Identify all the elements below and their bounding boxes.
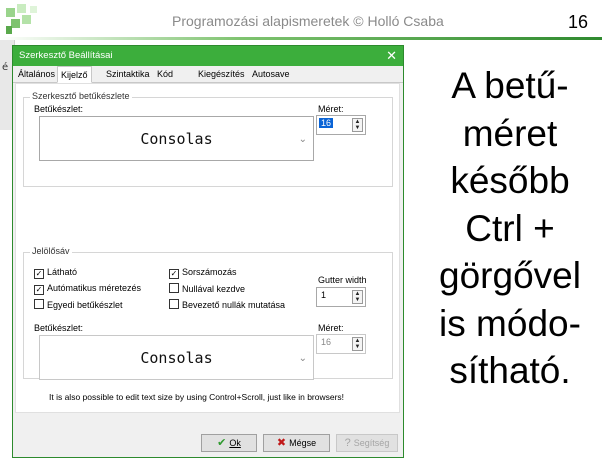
chevron-down-icon: ⌄ (298, 353, 307, 364)
checkbox-line-numbers-label: Sorszámozás (182, 267, 237, 277)
header-divider (0, 37, 602, 40)
checkbox-line-numbers[interactable]: ✓ Sorszámozás (169, 267, 237, 279)
cancel-button[interactable]: ✖ Mégse (263, 434, 330, 452)
checkbox-start-zero[interactable]: Nullával kezdve (169, 283, 245, 294)
slide-header-title: Programozási alapismeretek © Holló Csaba (172, 13, 444, 29)
slide-text-line: méret (462, 112, 558, 154)
slide-text-line: A betű- (451, 65, 569, 106)
checkbox-auto-size[interactable]: ✓ Autómatikus méretezés (34, 283, 141, 295)
editor-font-group-label: Szerkesztő betűkészlete (30, 91, 132, 101)
gutter-font-select[interactable]: Consolas ⌄ (39, 335, 314, 380)
slide-text-line: Ctrl + (465, 207, 555, 249)
gutter-size-stepper[interactable]: 16 ▲ ▼ (316, 334, 366, 354)
background-menu-fragment: é (2, 62, 9, 73)
checkbox-auto-size-label: Autómatikus méretezés (47, 283, 142, 293)
gutter-width-stepper[interactable]: 1 ▲ ▼ (316, 287, 366, 307)
cross-icon: ✖ (276, 437, 287, 449)
tab-autosave[interactable]: Autosave (249, 68, 293, 81)
gutter-width-value[interactable]: 1 (319, 290, 328, 300)
tab-completion[interactable]: Kiegészítés (195, 68, 248, 81)
settings-dialog: Szerkesztő Beállításai ✕ Általános Kijel… (12, 45, 404, 458)
slide-text-line: később (450, 160, 570, 201)
help-button[interactable]: ? Segítség (336, 434, 398, 452)
checkbox-checked-icon[interactable]: ✓ (34, 269, 44, 279)
gutter-size-value[interactable]: 16 (319, 337, 333, 347)
editor-size-stepper[interactable]: 16 ▲ ▼ (316, 115, 366, 135)
ok-button-label: Ok (229, 438, 241, 448)
spin-arrows-icon[interactable]: ▲ ▼ (352, 118, 363, 132)
checkbox-visible-label: Látható (47, 267, 78, 277)
gutter-size-label: Méret: (318, 323, 344, 333)
slide-text-line: is módo- (439, 302, 581, 344)
checkbox-custom-font-label: Egyedi betűkészlet (47, 300, 123, 310)
checkbox-unchecked-icon[interactable] (34, 299, 44, 309)
tab-panel-display: Szerkesztő betűkészlete Betűkészlet: Con… (15, 83, 400, 413)
gutter-font-value: Consolas (140, 349, 213, 367)
gutter-font-label: Betűkészlet: (34, 323, 84, 333)
tab-code[interactable]: Kód (154, 68, 176, 81)
checkbox-leading-zeros-label: Bevezető nullák mutatása (182, 300, 286, 310)
tab-display[interactable]: Kijelző (57, 66, 92, 83)
cancel-button-label: Mégse (289, 438, 317, 448)
dialog-titlebar[interactable]: Szerkesztő Beállításai ✕ (13, 46, 403, 66)
slide-logo-icon (6, 4, 37, 34)
info-text: It is also possible to edit text size by… (49, 392, 345, 402)
spin-arrows-icon[interactable]: ▲ ▼ (352, 337, 363, 351)
editor-font-value: Consolas (140, 130, 213, 148)
close-icon[interactable]: ✕ (386, 48, 397, 64)
checkbox-checked-icon[interactable]: ✓ (169, 269, 179, 279)
editor-size-label: Méret: (318, 104, 344, 114)
slide-body-text: A betű- méret később Ctrl + görgővel is … (418, 62, 602, 395)
checkbox-leading-zeros[interactable]: Bevezető nullák mutatása (169, 299, 285, 310)
spin-arrows-icon[interactable]: ▲ ▼ (352, 290, 363, 304)
checkbox-start-zero-label: Nullával kezdve (182, 284, 246, 294)
chevron-down-icon: ⌄ (298, 134, 307, 145)
slide-header: Programozási alapismeretek © Holló Csaba… (0, 0, 602, 40)
checkbox-unchecked-icon[interactable] (169, 299, 179, 309)
checkbox-checked-icon[interactable]: ✓ (34, 285, 44, 295)
checkbox-visible[interactable]: ✓ Látható (34, 267, 77, 279)
help-button-label: Segítség (353, 438, 390, 448)
editor-font-select[interactable]: Consolas ⌄ (39, 116, 314, 161)
editor-size-value[interactable]: 16 (319, 118, 334, 128)
dialog-title: Szerkesztő Beállításai (19, 50, 113, 61)
help-icon: ? (344, 437, 351, 449)
slide-text-line: görgővel (439, 255, 581, 296)
ok-button[interactable]: ✔ Ok (201, 434, 257, 452)
slide-page-number: 16 (567, 12, 588, 32)
tab-syntax[interactable]: Szintaktika (103, 68, 153, 81)
tab-bar: Általános Kijelző Szintaktika Kód Kiegés… (13, 66, 403, 83)
gutter-width-label: Gutter width (318, 275, 367, 285)
checkbox-unchecked-icon[interactable] (169, 283, 179, 293)
gutter-group-label: Jelölősáv (30, 246, 72, 256)
checkbox-custom-font[interactable]: Egyedi betűkészlet (34, 299, 123, 310)
editor-font-label: Betűkészlet: (34, 104, 84, 114)
tab-general[interactable]: Általános (15, 68, 58, 81)
checkmark-icon: ✔ (217, 437, 227, 449)
slide-text-line: sítható. (449, 350, 571, 391)
